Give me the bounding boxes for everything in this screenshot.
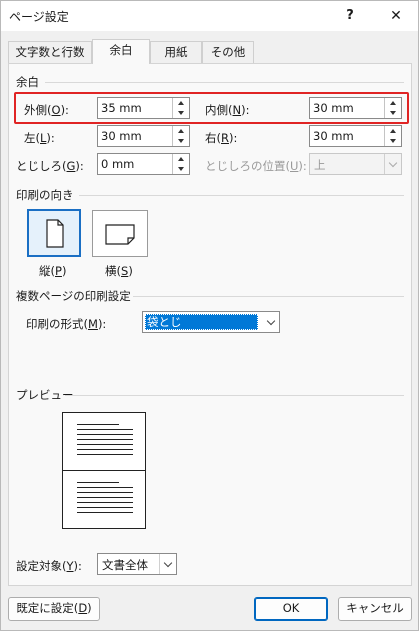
gutter-spinner[interactable]: 0 mm xyxy=(97,153,190,175)
margins-section-title: 余白 xyxy=(16,75,39,89)
spin-down-icon[interactable] xyxy=(385,136,401,146)
spin-up-icon[interactable] xyxy=(173,98,189,108)
preview-page-top xyxy=(62,412,146,471)
pages-section-title: 複数ページの印刷設定 xyxy=(16,289,131,303)
spin-up-icon[interactable] xyxy=(385,126,401,136)
help-button[interactable]: ? xyxy=(338,4,362,28)
tab-paper[interactable]: 用紙 xyxy=(150,41,202,63)
tab-characters-lines[interactable]: 文字数と行数 xyxy=(8,41,92,63)
inside-margin-spinner[interactable]: 30 mm xyxy=(309,97,402,119)
spinner-arrows xyxy=(384,98,401,118)
gutter-position-label: とじしろの位置(U): xyxy=(205,159,307,173)
gutter-value[interactable]: 0 mm xyxy=(101,157,134,171)
left-margin-label: 左(L): xyxy=(24,131,55,145)
landscape-page-icon xyxy=(105,224,135,245)
outside-margin-value[interactable]: 35 mm xyxy=(101,101,142,115)
spinner-arrows xyxy=(172,98,189,118)
outside-margin-spinner[interactable]: 35 mm xyxy=(97,97,190,119)
spin-up-icon[interactable] xyxy=(173,154,189,164)
cancel-button[interactable]: キャンセル xyxy=(338,597,412,621)
portrait-button[interactable] xyxy=(27,209,81,257)
apply-to-select[interactable]: 文書全体 xyxy=(97,553,177,575)
orientation-section-title: 印刷の向き xyxy=(16,188,74,202)
print-format-label: 印刷の形式(M): xyxy=(26,317,107,331)
spin-down-icon[interactable] xyxy=(385,108,401,118)
close-button[interactable]: ✕ xyxy=(382,4,410,28)
right-margin-spinner[interactable]: 30 mm xyxy=(309,125,402,147)
page-setup-dialog: ページ設定 ? ✕ 文字数と行数 余白 用紙 その他 余白 外側(O): 35 … xyxy=(0,0,419,631)
gutter-position-select: 上 xyxy=(309,153,402,175)
print-format-select[interactable]: 袋とじ xyxy=(142,311,280,333)
tab-other[interactable]: その他 xyxy=(202,41,254,63)
landscape-button[interactable] xyxy=(92,210,148,257)
inside-margin-label: 内側(N): xyxy=(205,103,250,117)
margins-divider xyxy=(45,82,404,83)
spin-up-icon[interactable] xyxy=(385,98,401,108)
spinner-arrows xyxy=(172,154,189,174)
spin-down-icon[interactable] xyxy=(173,136,189,146)
gutter-position-value: 上 xyxy=(314,158,326,172)
spin-down-icon[interactable] xyxy=(173,108,189,118)
set-as-default-button[interactable]: 既定に設定(D) xyxy=(8,597,100,621)
preview-page-bottom xyxy=(62,470,146,529)
tab-margins[interactable]: 余白 xyxy=(92,39,150,64)
print-format-value[interactable]: 袋とじ xyxy=(145,314,258,330)
window-title: ページ設定 xyxy=(9,10,69,24)
ok-button[interactable]: OK xyxy=(254,597,328,621)
apply-to-value[interactable]: 文書全体 xyxy=(102,557,148,573)
apply-to-label: 設定対象(Y): xyxy=(16,559,82,573)
spin-down-icon[interactable] xyxy=(173,164,189,174)
gutter-label: とじしろ(G): xyxy=(16,159,84,173)
preview-divider xyxy=(65,395,404,396)
inside-margin-value[interactable]: 30 mm xyxy=(313,101,354,115)
spinner-arrows xyxy=(384,126,401,146)
chevron-down-icon[interactable] xyxy=(159,554,176,574)
left-margin-spinner[interactable]: 30 mm xyxy=(97,125,190,147)
chevron-down-icon[interactable] xyxy=(262,312,279,332)
portrait-page-icon xyxy=(46,219,64,248)
chevron-down-icon xyxy=(384,154,401,174)
portrait-label: 縦(P) xyxy=(39,264,67,278)
orientation-divider xyxy=(79,195,404,196)
pages-divider xyxy=(133,296,404,297)
spin-up-icon[interactable] xyxy=(173,126,189,136)
right-margin-label: 右(R): xyxy=(205,131,238,145)
landscape-label: 横(S) xyxy=(105,264,133,278)
spinner-arrows xyxy=(172,126,189,146)
outside-margin-label: 外側(O): xyxy=(24,103,69,117)
right-margin-value[interactable]: 30 mm xyxy=(313,129,354,143)
left-margin-value[interactable]: 30 mm xyxy=(101,129,142,143)
